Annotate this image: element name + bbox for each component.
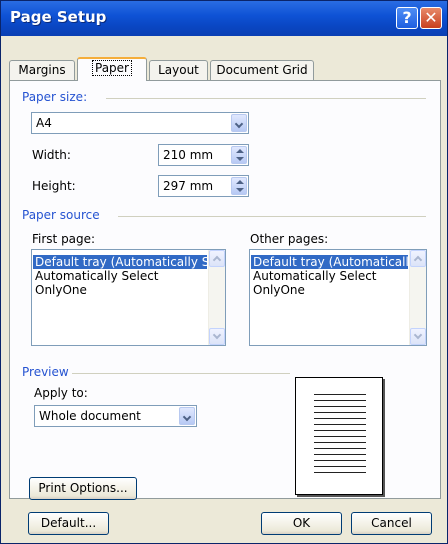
tab-margins[interactable]: Margins bbox=[9, 60, 75, 80]
paper-source-group-label: Paper source bbox=[22, 208, 100, 222]
scrollbar[interactable] bbox=[208, 250, 225, 345]
group-divider bbox=[118, 216, 426, 217]
height-spinner[interactable]: 297 mm bbox=[158, 175, 249, 197]
height-label: Height: bbox=[32, 179, 76, 193]
preview-line bbox=[314, 460, 366, 461]
help-icon: ? bbox=[402, 8, 412, 27]
preview-line bbox=[314, 424, 366, 425]
tab-label: Paper bbox=[92, 60, 132, 76]
ok-button[interactable]: OK bbox=[261, 512, 342, 535]
apply-to-label: Apply to: bbox=[34, 386, 88, 400]
preview-line bbox=[314, 442, 366, 443]
preview-line bbox=[314, 406, 366, 407]
tab-document-grid[interactable]: Document Grid bbox=[210, 60, 314, 80]
page-preview bbox=[295, 377, 383, 495]
paper-size-group-label: Paper size: bbox=[22, 90, 88, 104]
preview-line bbox=[314, 430, 366, 431]
paper-size-value: A4 bbox=[36, 116, 52, 130]
cancel-button[interactable]: Cancel bbox=[351, 512, 432, 535]
width-spinner[interactable]: 210 mm bbox=[158, 144, 249, 166]
preview-line bbox=[314, 472, 366, 473]
chevron-down-icon[interactable] bbox=[179, 407, 195, 425]
paper-size-select[interactable]: A4 bbox=[31, 112, 249, 134]
preview-line bbox=[314, 466, 366, 467]
page-setup-dialog: Page Setup ? ✕ Margins Paper Layout Docu… bbox=[0, 0, 448, 544]
list-item[interactable]: OnlyOne bbox=[251, 283, 305, 297]
spin-down-icon bbox=[236, 188, 244, 192]
preview-line bbox=[314, 394, 366, 395]
tab-layout[interactable]: Layout bbox=[149, 60, 208, 80]
scroll-down-icon[interactable] bbox=[410, 328, 426, 345]
other-pages-label: Other pages: bbox=[250, 232, 329, 246]
height-value: 297 mm bbox=[163, 179, 214, 193]
tab-label: Layout bbox=[158, 63, 199, 77]
preview-line bbox=[314, 418, 366, 419]
preview-line bbox=[314, 448, 366, 449]
spinner-buttons[interactable] bbox=[231, 177, 247, 195]
preview-line bbox=[314, 436, 366, 437]
default-button[interactable]: Default... bbox=[28, 512, 109, 535]
preview-line bbox=[314, 400, 366, 401]
close-button[interactable]: ✕ bbox=[420, 7, 442, 29]
scrollbar[interactable] bbox=[409, 250, 426, 345]
group-divider bbox=[72, 373, 290, 374]
group-divider bbox=[106, 98, 426, 99]
close-icon: ✕ bbox=[424, 8, 438, 27]
tab-paper[interactable]: Paper bbox=[77, 57, 147, 81]
scroll-up-icon[interactable] bbox=[410, 250, 426, 267]
first-page-label: First page: bbox=[32, 232, 96, 246]
title-bar[interactable]: Page Setup ? ✕ bbox=[1, 1, 447, 36]
width-label: Width: bbox=[32, 148, 71, 162]
scroll-down-icon[interactable] bbox=[209, 328, 225, 345]
help-button[interactable]: ? bbox=[396, 7, 418, 29]
spin-up-icon bbox=[236, 180, 244, 184]
preview-line bbox=[314, 412, 366, 413]
list-item[interactable]: Automatically Select bbox=[251, 269, 377, 283]
preview-line bbox=[314, 454, 366, 455]
spin-up-icon bbox=[236, 149, 244, 153]
apply-to-value: Whole document bbox=[39, 409, 141, 423]
apply-to-select[interactable]: Whole document bbox=[34, 405, 197, 427]
list-item[interactable]: Default tray (Automatically S bbox=[251, 255, 426, 269]
list-item[interactable]: Default tray (Automatically S bbox=[33, 255, 209, 269]
spinner-buttons[interactable] bbox=[231, 146, 247, 164]
tab-label: Document Grid bbox=[216, 63, 308, 77]
first-page-list[interactable]: Default tray (Automatically S Automatica… bbox=[31, 249, 226, 346]
preview-group-label: Preview bbox=[22, 365, 69, 379]
tab-label: Margins bbox=[18, 63, 66, 77]
list-item[interactable]: Automatically Select bbox=[33, 269, 159, 283]
print-options-button[interactable]: Print Options... bbox=[29, 477, 137, 500]
other-pages-list[interactable]: Default tray (Automatically S Automatica… bbox=[249, 249, 427, 346]
width-value: 210 mm bbox=[163, 148, 214, 162]
window-title: Page Setup bbox=[10, 8, 107, 26]
chevron-down-icon[interactable] bbox=[231, 114, 247, 132]
list-item[interactable]: OnlyOne bbox=[33, 283, 87, 297]
scroll-up-icon[interactable] bbox=[209, 250, 225, 267]
spin-down-icon bbox=[236, 157, 244, 161]
